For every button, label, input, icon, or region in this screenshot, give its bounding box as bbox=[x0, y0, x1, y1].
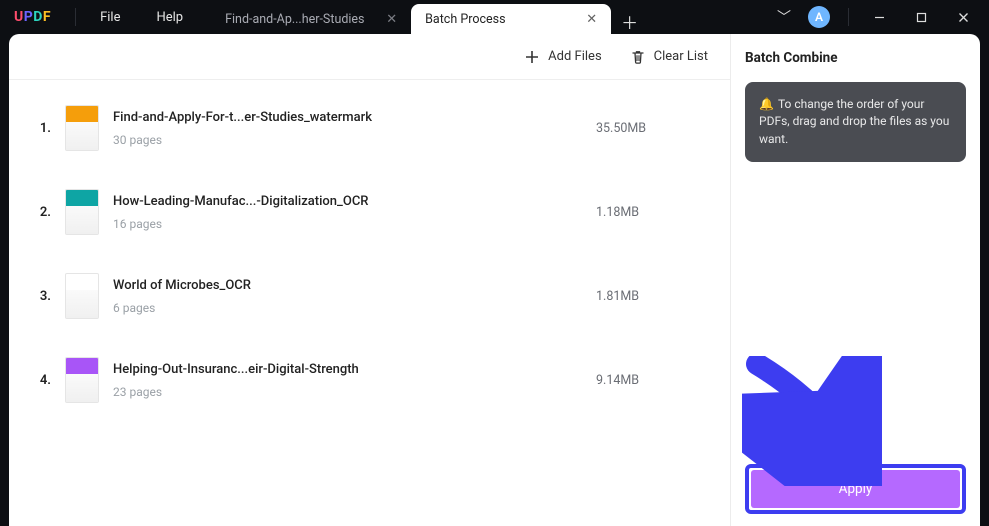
file-thumbnail bbox=[65, 357, 99, 403]
tip-box: 🔔To change the order of your PDFs, drag … bbox=[745, 82, 966, 162]
apply-button[interactable]: Apply bbox=[751, 470, 960, 508]
file-pages: 16 pages bbox=[113, 217, 582, 231]
window-controls: ﹀ A bbox=[772, 4, 989, 30]
file-meta: Find-and-Apply-For-t...er-Studies_waterm… bbox=[113, 110, 582, 147]
file-row[interactable]: 1. Find-and-Apply-For-t...er-Studies_wate… bbox=[33, 86, 706, 170]
file-thumbnail bbox=[65, 105, 99, 151]
file-row[interactable]: 4. Helping-Out-Insuranc...eir-Digital-Str… bbox=[33, 338, 706, 422]
file-pages: 30 pages bbox=[113, 133, 582, 147]
title-bar: U P D F File Help Find-and-Ap...her-Stud… bbox=[0, 0, 989, 34]
close-icon[interactable]: ✕ bbox=[386, 13, 397, 26]
file-name: World of Microbes_OCR bbox=[113, 278, 413, 293]
clear-list-button[interactable]: Clear List bbox=[630, 49, 708, 65]
file-size: 1.81MB bbox=[596, 289, 706, 304]
logo-letter: P bbox=[24, 9, 34, 25]
file-row[interactable]: 3. World of Microbes_OCR 6 pages 1.81MB bbox=[33, 254, 706, 338]
button-label: Clear List bbox=[654, 49, 708, 64]
file-thumbnail bbox=[65, 273, 99, 319]
list-toolbar: Add Files Clear List bbox=[9, 34, 730, 80]
divider bbox=[75, 8, 76, 26]
file-size: 9.14MB bbox=[596, 373, 706, 388]
logo-letter: D bbox=[33, 9, 43, 25]
file-meta: Helping-Out-Insuranc...eir-Digital-Stren… bbox=[113, 362, 582, 399]
workspace: Add Files Clear List 1. Find-and-Apply-Fo… bbox=[9, 34, 980, 526]
window-close-button[interactable] bbox=[945, 4, 981, 30]
menu-bar: File Help bbox=[82, 4, 201, 31]
add-files-button[interactable]: Add Files bbox=[524, 49, 601, 65]
minimize-icon bbox=[874, 12, 885, 23]
tip-text: To change the order of your PDFs, drag a… bbox=[759, 97, 949, 146]
app-logo: U P D F bbox=[0, 9, 69, 25]
window-minimize-button[interactable] bbox=[861, 4, 897, 30]
tab-strip: Find-and-Ap...her-Studies ✕ Batch Proces… bbox=[211, 0, 648, 34]
tab-document[interactable]: Find-and-Ap...her-Studies ✕ bbox=[211, 4, 411, 34]
file-name: Helping-Out-Insuranc...eir-Digital-Stren… bbox=[113, 362, 413, 377]
logo-letter: U bbox=[14, 9, 24, 25]
menu-file[interactable]: File bbox=[82, 4, 138, 31]
plus-icon bbox=[524, 49, 540, 65]
file-pages: 23 pages bbox=[113, 385, 582, 399]
file-size: 1.18MB bbox=[596, 205, 706, 220]
menu-help[interactable]: Help bbox=[138, 4, 201, 31]
file-size: 35.50MB bbox=[596, 121, 706, 136]
row-index: 4. bbox=[33, 373, 51, 388]
apply-button-highlight: Apply bbox=[745, 464, 966, 514]
trash-icon bbox=[630, 49, 646, 65]
maximize-icon bbox=[916, 12, 927, 23]
avatar[interactable]: A bbox=[808, 6, 830, 28]
side-panel: Batch Combine 🔔To change the order of yo… bbox=[730, 34, 980, 526]
file-list-pane: Add Files Clear List 1. Find-and-Apply-Fo… bbox=[9, 34, 730, 526]
file-pages: 6 pages bbox=[113, 301, 582, 315]
row-index: 3. bbox=[33, 289, 51, 304]
new-tab-button[interactable]: ＋ bbox=[611, 9, 648, 34]
button-label: Add Files bbox=[548, 49, 601, 64]
file-thumbnail bbox=[65, 189, 99, 235]
file-row[interactable]: 2. How-Leading-Manufac...-Digitalization_… bbox=[33, 170, 706, 254]
row-index: 2. bbox=[33, 205, 51, 220]
logo-letter: F bbox=[43, 9, 51, 25]
file-list: 1. Find-and-Apply-For-t...er-Studies_wate… bbox=[9, 80, 730, 526]
divider bbox=[848, 8, 849, 26]
tab-label: Batch Process bbox=[425, 12, 505, 27]
chevron-down-icon[interactable]: ﹀ bbox=[772, 7, 796, 27]
close-icon bbox=[958, 12, 969, 23]
window-maximize-button[interactable] bbox=[903, 4, 939, 30]
file-meta: World of Microbes_OCR 6 pages bbox=[113, 278, 582, 315]
file-meta: How-Leading-Manufac...-Digitalization_OC… bbox=[113, 194, 582, 231]
file-name: Find-and-Apply-For-t...er-Studies_waterm… bbox=[113, 110, 413, 125]
file-name: How-Leading-Manufac...-Digitalization_OC… bbox=[113, 194, 413, 209]
close-icon[interactable]: ✕ bbox=[586, 13, 597, 26]
row-index: 1. bbox=[33, 121, 51, 136]
tab-batch-process[interactable]: Batch Process ✕ bbox=[411, 4, 611, 34]
panel-title: Batch Combine bbox=[745, 50, 966, 66]
tab-label: Find-and-Ap...her-Studies bbox=[225, 12, 364, 27]
bell-icon: 🔔 bbox=[759, 97, 774, 111]
